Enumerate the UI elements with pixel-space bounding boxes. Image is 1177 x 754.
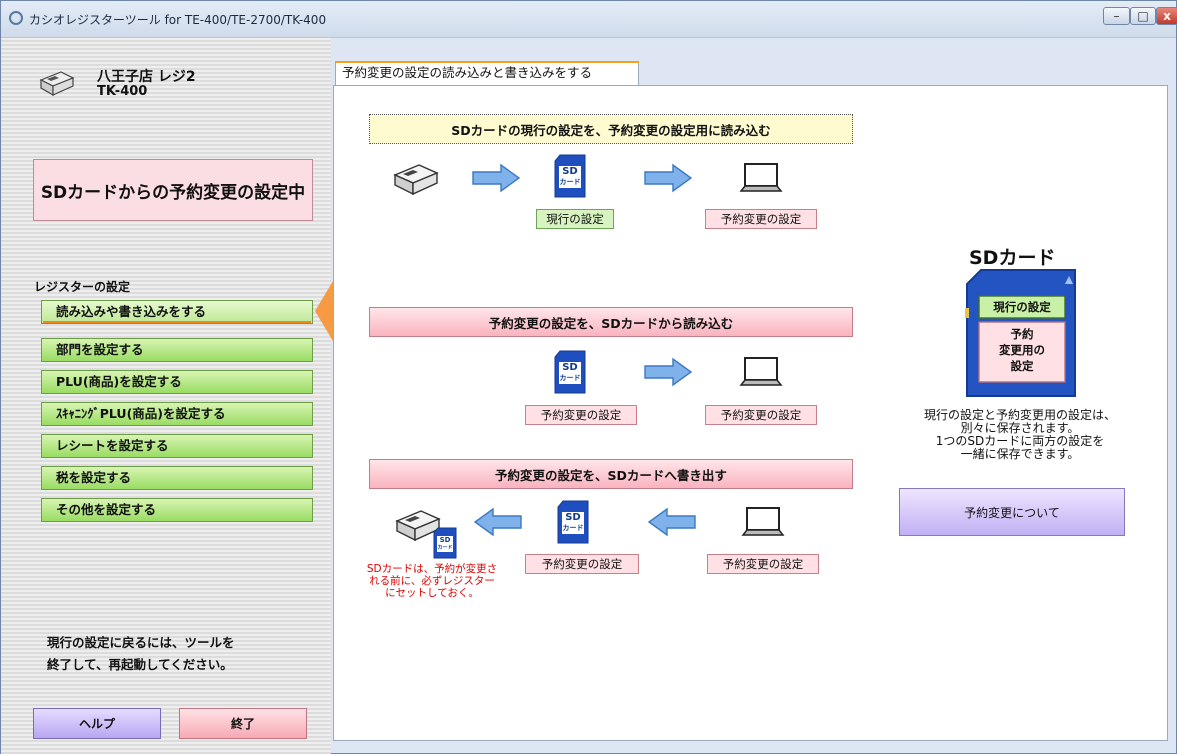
sd-card-icon: SD カード	[554, 350, 586, 394]
cash-register-icon	[393, 164, 439, 196]
sd-warning-note: SDカードは、予約が変更される前に、必ずレジスターにセットしておく。	[366, 563, 498, 599]
sd-icon-text: SD	[562, 166, 578, 177]
nav-departments[interactable]: 部門を設定する	[41, 338, 313, 362]
restart-note-line2: 終了して、再起動してください。	[47, 657, 233, 672]
tab-read-write[interactable]: 予約変更の設定の読み込みと書き込みをする	[335, 61, 639, 85]
cash-register-icon	[39, 71, 75, 97]
sd-card-small-icon: SD カード	[433, 527, 457, 559]
title-bar: カシオレジスターツール for TE-400/TE-2700/TK-400 – …	[1, 1, 1177, 38]
window-title: カシオレジスターツール for TE-400/TE-2700/TK-400	[29, 13, 327, 27]
active-indicator	[43, 321, 311, 323]
sd-card-diagram: 現行の設定 予約 変更用の 設定	[965, 268, 1077, 398]
sidebar: 八王子店 レジ2 TK-400 SDカードからの予約変更の設定中 レジスターの設…	[1, 38, 331, 754]
store-name: 八王子店 レジ2	[97, 69, 196, 85]
card-reserve-label: 予約 変更用の 設定	[979, 326, 1065, 374]
label-sd-reserve: 予約変更の設定	[525, 405, 637, 425]
help-button[interactable]: ヘルプ	[33, 708, 161, 739]
model-name: TK-400	[97, 84, 148, 99]
card-reserve-line1: 予約	[1010, 327, 1034, 341]
active-pointer-icon	[315, 281, 333, 341]
arrow-left-icon	[647, 507, 696, 537]
nav-scanning-plu[interactable]: ｽｷｬﾆﾝｸﾞPLU(商品)を設定する	[41, 402, 313, 426]
minimize-button[interactable]: –	[1103, 7, 1130, 25]
sd-card-heading: SDカード	[969, 247, 1056, 269]
laptop-icon	[741, 507, 785, 536]
card-current-label: 現行の設定	[993, 300, 1051, 314]
nav-receipt[interactable]: レシートを設定する	[41, 434, 313, 458]
exit-button[interactable]: 終了	[179, 708, 307, 739]
laptop-icon	[739, 163, 783, 192]
sd-desc-line4: 一緒に保存できます。	[960, 447, 1080, 461]
label-sd-reserve-write: 予約変更の設定	[525, 554, 639, 574]
nav-tax[interactable]: 税を設定する	[41, 466, 313, 490]
sd-small-icon-subtext: カード	[437, 545, 453, 551]
app-window: カシオレジスターツール for TE-400/TE-2700/TK-400 – …	[0, 0, 1177, 754]
nav-other[interactable]: その他を設定する	[41, 498, 313, 522]
about-reservation-button[interactable]: 予約変更について	[899, 488, 1125, 536]
sd-icon-subtext: カード	[562, 524, 584, 532]
section1-title: SDカードの現行の設定を、予約変更の設定用に読み込む	[369, 114, 853, 144]
close-button[interactable]: x	[1156, 7, 1177, 25]
maximize-button[interactable]: □	[1130, 7, 1156, 25]
sd-icon-subtext: カード	[559, 178, 581, 186]
card-reserve-line3: 設定	[1010, 359, 1034, 373]
laptop-icon	[739, 357, 783, 386]
arrow-left-icon	[473, 507, 522, 537]
sd-card-icon: SD カード	[554, 154, 586, 198]
sd-icon-subtext: カード	[559, 374, 581, 382]
tab-accent	[335, 61, 639, 63]
card-reserve-line2: 変更用の	[999, 343, 1045, 357]
restart-note-line1: 現行の設定に戻るには、ツールを	[47, 635, 235, 650]
arrow-right-icon	[644, 163, 693, 193]
sd-icon-text: SD	[562, 362, 578, 373]
section2-title: 予約変更の設定を、SDカードから読み込む	[369, 307, 853, 337]
sd-description: 現行の設定と予約変更用の設定は、 別々に保存されます。 1つのSDカードに両方の…	[899, 409, 1141, 461]
nav-plu[interactable]: PLU(商品)を設定する	[41, 370, 313, 394]
status-box: SDカードからの予約変更の設定中	[33, 159, 313, 221]
label-current-settings: 現行の設定	[536, 209, 614, 229]
label-reserve-settings: 予約変更の設定	[705, 209, 817, 229]
app-icon	[9, 11, 23, 25]
sd-small-icon-text: SD	[439, 536, 451, 544]
restart-note: 現行の設定に戻るには、ツールを 終了して、再起動してください。	[47, 632, 235, 676]
section3-title: 予約変更の設定を、SDカードへ書き出す	[369, 459, 853, 489]
register-settings-heading: レジスターの設定	[34, 280, 131, 294]
sd-card-icon: SD カード	[557, 500, 589, 544]
arrow-right-icon	[644, 357, 693, 387]
sd-icon-text: SD	[565, 512, 581, 523]
label-pc-reserve-write: 予約変更の設定	[707, 554, 819, 574]
label-pc-reserve: 予約変更の設定	[705, 405, 817, 425]
arrow-right-icon	[472, 163, 521, 193]
